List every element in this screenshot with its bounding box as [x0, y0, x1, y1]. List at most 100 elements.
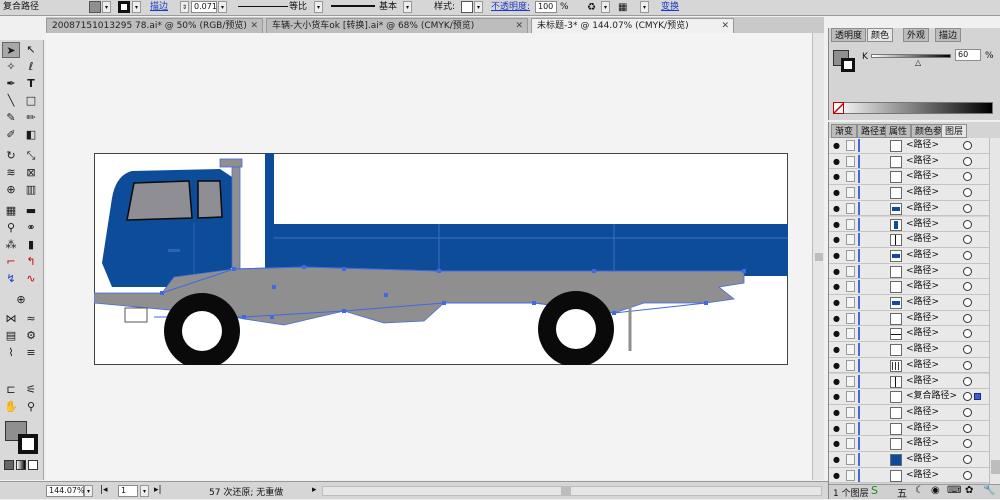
visibility-eye-icon[interactable]: ●: [833, 188, 840, 197]
layer-name[interactable]: <路径>: [906, 217, 939, 232]
gradient-tool-icon[interactable]: ▬: [22, 203, 40, 219]
visibility-eye-icon[interactable]: ●: [833, 408, 840, 417]
visibility-eye-icon[interactable]: ●: [833, 172, 840, 181]
crosshair-icon[interactable]: ⊕: [12, 292, 30, 308]
target-circle-icon[interactable]: [963, 282, 972, 292]
scroll-thumb[interactable]: [815, 253, 823, 261]
horizontal-scrollbar[interactable]: [322, 486, 822, 496]
color-mode-icon[interactable]: [4, 460, 14, 470]
layer-row[interactable]: ● <路径>: [829, 138, 989, 154]
slider-handle-icon[interactable]: △: [915, 58, 921, 67]
layer-row[interactable]: ● <路径>: [829, 185, 989, 201]
line-tool-icon[interactable]: ╲: [2, 93, 20, 109]
layer-name[interactable]: <路径>: [906, 295, 939, 310]
rectangle-tool-icon[interactable]: □: [22, 93, 40, 109]
type-tool-icon[interactable]: T: [22, 76, 40, 92]
visibility-eye-icon[interactable]: ●: [833, 424, 840, 433]
pencil-tool-icon[interactable]: ✏: [22, 110, 40, 126]
stroke-dropdown-icon[interactable]: ▾: [132, 1, 141, 13]
shape-builder-tool-icon[interactable]: ⊕: [2, 182, 20, 198]
visibility-eye-icon[interactable]: ●: [833, 455, 840, 464]
selection-indicator[interactable]: [974, 393, 981, 401]
align-dropdown-icon[interactable]: ▾: [640, 1, 649, 13]
hand-tool-icon[interactable]: ✋: [2, 399, 20, 415]
layer-row[interactable]: ● <路径>: [829, 247, 989, 264]
target-circle-icon[interactable]: [963, 470, 972, 480]
layer-name[interactable]: <路径>: [906, 452, 939, 467]
target-circle-icon[interactable]: [963, 188, 972, 198]
crop-tool-icon[interactable]: ⊏: [2, 382, 20, 398]
layer-row[interactable]: ● <路径>: [829, 342, 989, 358]
close-icon[interactable]: ✕: [721, 19, 729, 33]
target-circle-icon[interactable]: [963, 376, 972, 386]
target-circle-icon[interactable]: [963, 235, 972, 245]
k-slider[interactable]: [871, 54, 951, 58]
knife-tool-icon[interactable]: ∿: [22, 271, 40, 287]
layer-name[interactable]: <路径>: [906, 436, 939, 451]
layer-name[interactable]: <路径>: [906, 169, 939, 184]
ime-icon[interactable]: S: [871, 484, 878, 497]
symbol-sprayer-tool-icon[interactable]: ⁂: [2, 237, 20, 253]
layer-row[interactable]: ● <路径>: [829, 153, 989, 170]
lock-toggle[interactable]: [846, 297, 855, 308]
selection-tool-icon[interactable]: ➤: [2, 42, 20, 58]
keyboard-icon[interactable]: ⌨: [947, 485, 961, 496]
visibility-eye-icon[interactable]: ●: [833, 377, 840, 386]
zoom-field[interactable]: 144.07%: [46, 485, 85, 497]
layer-row[interactable]: ● <复合路径>: [829, 389, 989, 405]
target-circle-icon[interactable]: [963, 407, 972, 417]
layer-name[interactable]: <路径>: [906, 405, 939, 420]
visibility-eye-icon[interactable]: ●: [833, 141, 840, 150]
visibility-eye-icon[interactable]: ●: [833, 471, 840, 480]
tab-color[interactable]: 颜色: [867, 28, 894, 42]
lock-toggle[interactable]: [846, 312, 855, 324]
layer-name[interactable]: <路径>: [906, 421, 939, 436]
layer-name[interactable]: <路径>: [906, 311, 939, 326]
stroke-label[interactable]: 描边: [150, 1, 168, 14]
document-tab-1[interactable]: 20087151013295 78.ai* @ 50% (RGB/预览) ✕: [46, 18, 263, 33]
layer-row[interactable]: ● <路径>: [829, 326, 989, 343]
blob-brush-tool-icon[interactable]: ✐: [2, 127, 20, 143]
zoom-dropdown-icon[interactable]: ▾: [84, 485, 93, 497]
layer-row[interactable]: ● <路径>: [829, 467, 989, 484]
visibility-eye-icon[interactable]: ●: [833, 251, 840, 260]
layer-name[interactable]: <路径>: [906, 138, 939, 153]
magic-wand-tool-icon[interactable]: ✧: [2, 59, 20, 75]
envelope-distort-icon[interactable]: ⋈: [2, 311, 20, 327]
close-icon[interactable]: ✕: [515, 19, 523, 33]
layer-name[interactable]: <路径>: [906, 358, 939, 373]
free-transform-tool-icon[interactable]: ⊠: [22, 165, 40, 181]
stroke-width-dropdown-icon[interactable]: ▾: [218, 1, 227, 13]
layer-name[interactable]: <路径>: [906, 326, 939, 341]
status-menu-icon[interactable]: ▸: [312, 485, 317, 495]
layer-row[interactable]: ● <路径>: [829, 452, 989, 468]
mesh-tool-icon[interactable]: ▦: [2, 203, 20, 219]
pen-tool-icon[interactable]: ✒: [2, 76, 20, 92]
target-circle-icon[interactable]: [963, 156, 972, 166]
layer-row[interactable]: ● <路径>: [829, 404, 989, 421]
target-circle-icon[interactable]: [963, 439, 972, 449]
perspective-grid-tool-icon[interactable]: ▥: [22, 182, 40, 198]
close-icon[interactable]: ✕: [250, 19, 258, 33]
page-dropdown-icon[interactable]: ▾: [140, 485, 149, 497]
lock-toggle[interactable]: [846, 359, 855, 371]
gradient-mode-icon[interactable]: [16, 460, 26, 470]
stroke-preview[interactable]: [841, 58, 855, 72]
opacity-field[interactable]: 100: [535, 1, 557, 13]
visibility-eye-icon[interactable]: ●: [833, 157, 840, 166]
lock-toggle[interactable]: [846, 328, 855, 340]
target-circle-icon[interactable]: [963, 329, 972, 339]
lock-toggle[interactable]: [846, 265, 855, 277]
target-circle-icon[interactable]: [963, 392, 972, 402]
lock-toggle[interactable]: [846, 406, 855, 418]
visibility-eye-icon[interactable]: ●: [833, 439, 840, 448]
eyedropper-tool-icon[interactable]: ⚲: [2, 220, 20, 236]
lasso-tool-icon[interactable]: ℓ: [22, 59, 40, 75]
none-swatch-icon[interactable]: [833, 102, 845, 114]
next-page-icon[interactable]: ▸|: [154, 485, 162, 495]
document-tab-3[interactable]: 未标题-3* @ 144.07% (CMYK/预览) ✕: [531, 18, 734, 33]
blend-tool-icon[interactable]: ⚭: [22, 220, 40, 236]
stroke-width-field[interactable]: 0.071: [191, 1, 217, 13]
slice-tool-icon[interactable]: ↰: [22, 254, 40, 270]
recolor-dropdown-icon[interactable]: ▾: [601, 1, 610, 13]
